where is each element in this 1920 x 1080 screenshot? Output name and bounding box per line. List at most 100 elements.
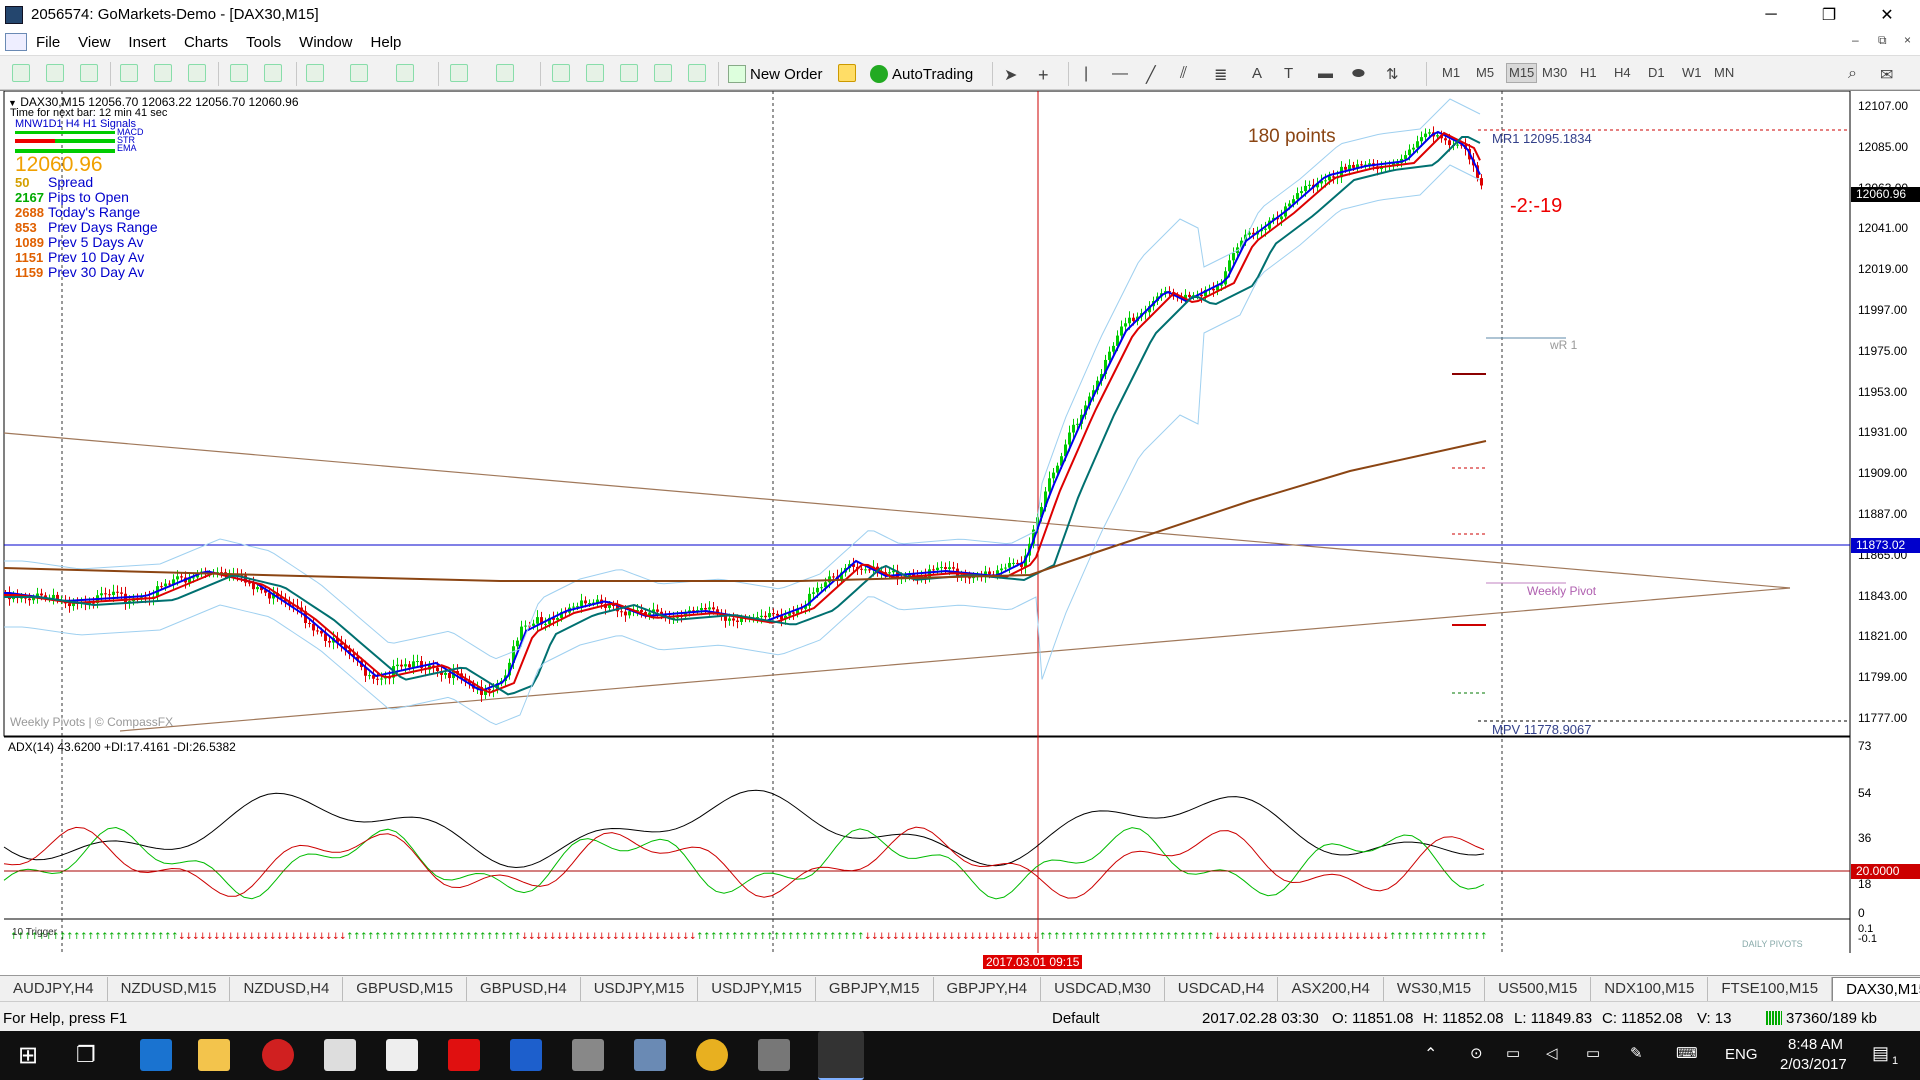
chart-tab[interactable]: USDJPY,M15	[698, 976, 816, 1001]
chart-tab[interactable]: USDCAD,H4	[1165, 976, 1279, 1001]
profiles-icon[interactable]	[496, 64, 514, 82]
mdi-minimize-button[interactable]: –	[1852, 33, 1859, 47]
language-indicator[interactable]: ENG	[1725, 1046, 1758, 1063]
restore-button[interactable]: ❐	[1806, 0, 1852, 29]
autotrading-button[interactable]: AutoTrading	[870, 63, 973, 85]
zoom-in-icon[interactable]	[120, 64, 138, 82]
chart-tab[interactable]: GBPUSD,M15	[343, 976, 467, 1001]
fibonacci-icon[interactable]: ≣	[1214, 65, 1227, 85]
chart-tab[interactable]: FTSE100,M15	[1708, 976, 1833, 1001]
chart-shift-icon[interactable]	[264, 64, 282, 82]
chart-tab[interactable]: DAX30,M15	[1832, 976, 1920, 1001]
timeframe-d1[interactable]: D1	[1648, 65, 1665, 80]
menu-charts[interactable]: Charts	[175, 34, 237, 51]
mdi-restore-button[interactable]: ⧉	[1878, 33, 1887, 48]
app-icon-blue[interactable]	[634, 1039, 666, 1071]
chart-tab[interactable]: NZDUSD,M15	[108, 976, 231, 1001]
timeframe-m5[interactable]: M5	[1476, 65, 1494, 80]
start-icon[interactable]: ⊞	[18, 1041, 38, 1070]
menu-tools[interactable]: Tools	[237, 34, 290, 51]
periods-icon[interactable]	[350, 64, 368, 82]
profile-name[interactable]: Default	[1052, 1010, 1100, 1027]
mdi-close-button[interactable]: ×	[1904, 33, 1911, 47]
chart-tab[interactable]: NDX100,M15	[1591, 976, 1709, 1001]
timeframe-h1[interactable]: H1	[1580, 65, 1597, 80]
clock-date[interactable]: 2/03/2017	[1780, 1056, 1847, 1073]
camera-icon[interactable]	[758, 1039, 790, 1071]
text-icon[interactable]: A	[1252, 65, 1262, 82]
chart-window[interactable]: ↑ ↑ ↑ ↑ ↑ ↑ ↑ ↑ ↑ ↑ ↑ ↑ ↑ ↑ ↑ ↑ ↑ ↑ ↑ ↑ ↑ ↑ ↑ ↑ ↓ ↓ ↓ ↓ ↓ ↓ ↓ ↓ ↓ ↓ ↓ ↓ ↓ ↓ ↓ ↓…	[0, 90, 1920, 1060]
metaeditor-icon[interactable]	[838, 64, 856, 82]
chart-tab[interactable]: ASX200,H4	[1278, 976, 1384, 1001]
network-icon[interactable]: ⊙	[1470, 1044, 1483, 1062]
chart-tab[interactable]: USDJPY,M15	[581, 976, 699, 1001]
candlestick-icon[interactable]	[46, 64, 64, 82]
pen-icon[interactable]: ✎	[1630, 1044, 1643, 1062]
file-explorer-icon[interactable]	[198, 1039, 230, 1071]
chart-tab[interactable]: AUDJPY,H4	[0, 976, 108, 1001]
chrome-icon[interactable]	[696, 1039, 728, 1071]
kaspersky-icon[interactable]	[448, 1039, 480, 1071]
channel-icon[interactable]: ⫽	[1180, 65, 1187, 83]
timeframe-mn[interactable]: MN	[1714, 65, 1734, 80]
arrows-icon[interactable]: ⇅	[1386, 65, 1399, 83]
app-icon-red[interactable]	[262, 1039, 294, 1071]
timeframe-m30[interactable]: M30	[1542, 65, 1567, 80]
timeframe-m1[interactable]: M1	[1442, 65, 1460, 80]
keyboard-icon[interactable]: ⌨	[1676, 1044, 1698, 1062]
chart-tab[interactable]: WS30,M15	[1384, 976, 1486, 1001]
menu-file[interactable]: File	[27, 34, 69, 51]
chart-tab[interactable]: GBPJPY,H4	[934, 976, 1042, 1001]
menu-view[interactable]: View	[69, 34, 119, 51]
search-icon[interactable]: ⌕	[1848, 65, 1857, 83]
chart-tab[interactable]: GBPUSD,H4	[467, 976, 581, 1001]
chart-canvas[interactable]: ↑ ↑ ↑ ↑ ↑ ↑ ↑ ↑ ↑ ↑ ↑ ↑ ↑ ↑ ↑ ↑ ↑ ↑ ↑ ↑ ↑ ↑ ↑ ↑ ↓ ↓ ↓ ↓ ↓ ↓ ↓ ↓ ↓ ↓ ↓ ↓ ↓ ↓ ↓ ↓…	[0, 91, 1920, 953]
cursor-icon[interactable]: ➤	[1004, 65, 1017, 85]
trendline-icon[interactable]: ╱	[1146, 65, 1156, 85]
chart-tab[interactable]: GBPJPY,M15	[816, 976, 934, 1001]
tile-windows-icon[interactable]	[188, 64, 206, 82]
minimize-button[interactable]: ─	[1748, 0, 1794, 29]
chevron-up-icon[interactable]: ⌃	[1424, 1044, 1437, 1064]
auto-scroll-icon[interactable]	[230, 64, 248, 82]
edge-icon[interactable]	[140, 1039, 172, 1071]
gomarkets-icon[interactable]	[818, 1031, 864, 1080]
vertical-line-icon[interactable]: |	[1084, 65, 1088, 83]
connection-icon[interactable]	[1766, 1011, 1782, 1025]
timeframe-m15[interactable]: M15	[1506, 63, 1538, 83]
horizontal-line-icon[interactable]: —	[1112, 65, 1128, 83]
menu-help[interactable]: Help	[362, 34, 411, 51]
store-icon[interactable]	[386, 1039, 418, 1071]
folder-icon[interactable]	[620, 64, 638, 82]
timeframe-h4[interactable]: H4	[1614, 65, 1631, 80]
app-icon-gray[interactable]	[572, 1039, 604, 1071]
power-icon[interactable]: ▭	[1586, 1044, 1600, 1062]
navigator-icon[interactable]	[586, 64, 604, 82]
security-icon[interactable]	[510, 1039, 542, 1071]
crosshair-icon[interactable]: +	[1038, 65, 1049, 86]
line-chart-icon[interactable]	[80, 64, 98, 82]
label-icon[interactable]: T	[1284, 65, 1293, 82]
notification-icon[interactable]: ▤	[1872, 1043, 1889, 1064]
clock-time[interactable]: 8:48 AM	[1788, 1036, 1843, 1053]
close-button[interactable]: ✕	[1864, 0, 1910, 29]
menu-insert[interactable]: Insert	[119, 34, 175, 51]
market-watch-icon[interactable]	[552, 64, 570, 82]
tester-icon[interactable]	[688, 64, 706, 82]
chart-tab[interactable]: USDCAD,M30	[1041, 976, 1165, 1001]
chat-icon[interactable]: ✉	[1880, 65, 1893, 85]
chart-tab[interactable]: NZDUSD,H4	[230, 976, 344, 1001]
rectangle-icon[interactable]: ▬	[1318, 65, 1333, 82]
terminal-icon[interactable]	[654, 64, 672, 82]
new-order-button[interactable]: New Order	[728, 63, 823, 85]
indicators-icon[interactable]	[306, 64, 324, 82]
zoom-out-icon[interactable]	[154, 64, 172, 82]
task-view-icon[interactable]: ❐	[76, 1042, 96, 1068]
chart-tab[interactable]: US500,M15	[1485, 976, 1592, 1001]
new-chart-icon[interactable]	[450, 64, 468, 82]
trendline-lower[interactable]	[119, 587, 1791, 732]
trendline-upper[interactable]	[3, 432, 1791, 589]
bar-chart-icon[interactable]	[12, 64, 30, 82]
calculator-icon[interactable]	[324, 1039, 356, 1071]
battery-icon[interactable]: ▭	[1506, 1044, 1520, 1062]
